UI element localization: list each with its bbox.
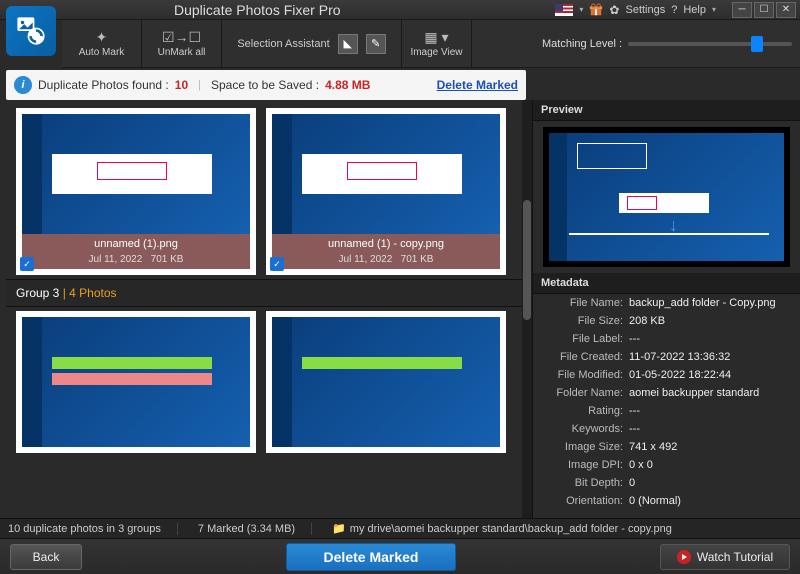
watch-tutorial-label: Watch Tutorial xyxy=(697,550,773,564)
help-icon: ? xyxy=(671,4,677,16)
language-dropdown-icon[interactable]: ▾ xyxy=(579,5,583,14)
group-name: Group 3 xyxy=(16,286,59,300)
status-marked: 7 Marked (3.34 MB) xyxy=(198,523,312,535)
metadata-row: File Created:11-07-2022 13:36:32 xyxy=(533,348,800,366)
main-area: unnamed (1).png Jul 11, 2022 701 KB ✓ un… xyxy=(0,100,800,518)
title-bar: Duplicate Photos Fixer Pro ▾ ✿ Settings … xyxy=(0,0,800,20)
thumbnail-filename: unnamed (1).png xyxy=(22,234,250,254)
slider-knob[interactable] xyxy=(751,36,763,52)
matching-level-label: Matching Level : xyxy=(542,38,622,50)
metadata-row: File Name:backup_add folder - Copy.png xyxy=(533,294,800,312)
preview-box: ↓ xyxy=(543,127,790,267)
gallery-panel: unnamed (1).png Jul 11, 2022 701 KB ✓ un… xyxy=(0,100,532,518)
settings-link[interactable]: Settings xyxy=(625,4,665,16)
minimize-button[interactable]: ─ xyxy=(732,2,752,18)
thumbnail-image xyxy=(272,317,500,447)
found-label: Duplicate Photos found : xyxy=(38,78,169,92)
status-bar: 10 duplicate photos in 3 groups 7 Marked… xyxy=(0,518,800,538)
language-flag-icon[interactable] xyxy=(555,4,573,16)
unmark-all-label: UnMark all xyxy=(158,47,206,58)
metadata-row: Orientation:0 (Normal) xyxy=(533,492,800,510)
matching-level-slider[interactable] xyxy=(628,42,792,46)
thumbnail-item[interactable]: unnamed (1) - copy.png Jul 11, 2022 701 … xyxy=(266,108,506,275)
delete-marked-button[interactable]: Delete Marked xyxy=(286,543,456,571)
unmark-all-button[interactable]: ☑→☐ UnMark all xyxy=(142,20,222,68)
auto-mark-label: Auto Mark xyxy=(79,47,125,58)
thumbnail-item[interactable]: unnamed (1).png Jul 11, 2022 701 KB ✓ xyxy=(16,108,256,275)
group-count: 4 Photos xyxy=(69,286,116,300)
info-icon: i xyxy=(14,76,32,94)
group-header[interactable]: Group 3 | 4 Photos xyxy=(6,279,526,307)
metadata-row: Keywords:--- xyxy=(533,420,800,438)
metadata-row: File Size:208 KB xyxy=(533,312,800,330)
found-count: 10 xyxy=(175,78,188,92)
thumbnail-checkbox[interactable]: ✓ xyxy=(270,257,284,271)
thumbnail-meta: Jul 11, 2022 701 KB xyxy=(272,254,500,269)
group-3-row xyxy=(6,307,526,457)
thumbnail-filename: unnamed (1) - copy.png xyxy=(272,234,500,254)
metadata-row: Rating:--- xyxy=(533,402,800,420)
separator: | xyxy=(198,79,201,91)
selection-tool-2-button[interactable]: ✎ xyxy=(366,34,386,54)
bottom-bar: Back Delete Marked Watch Tutorial xyxy=(0,538,800,574)
grid-icon: ▦ ▾ xyxy=(424,29,448,45)
wand-icon: ✦ xyxy=(96,29,108,45)
status-path: 📁my drive\aomei backupper standard\backu… xyxy=(332,522,672,535)
delete-marked-link[interactable]: Delete Marked xyxy=(437,78,518,92)
image-view-label: Image View xyxy=(410,47,462,58)
thumbnail-checkbox[interactable]: ✓ xyxy=(20,257,34,271)
gear-icon: ✿ xyxy=(609,3,619,17)
image-view-button[interactable]: ▦ ▾ Image View xyxy=(402,20,472,68)
gallery-scrollbar[interactable] xyxy=(522,100,532,518)
selection-assistant-group: Selection Assistant ◣ ✎ xyxy=(222,20,402,68)
watch-tutorial-button[interactable]: Watch Tutorial xyxy=(660,544,790,570)
uncheck-icon: ☑→☐ xyxy=(162,29,201,45)
status-summary: 10 duplicate photos in 3 groups xyxy=(8,523,178,535)
folder-icon: 📁 xyxy=(332,523,346,535)
close-button[interactable]: ✕ xyxy=(776,2,796,18)
preview-header: Preview xyxy=(533,100,800,121)
thumbnail-item[interactable] xyxy=(266,311,506,453)
thumbnail-meta: Jul 11, 2022 701 KB xyxy=(22,254,250,269)
thumbnail-image xyxy=(22,114,250,234)
metadata-row: Folder Name:aomei backupper standard xyxy=(533,384,800,402)
metadata-row: Image DPI:0 x 0 xyxy=(533,456,800,474)
help-link[interactable]: Help xyxy=(683,4,706,16)
space-value: 4.88 MB xyxy=(325,78,370,92)
metadata-row: Bit Depth:0 xyxy=(533,474,800,492)
thumbnail-image xyxy=(272,114,500,234)
app-logo xyxy=(6,6,56,56)
maximize-button[interactable]: ☐ xyxy=(754,2,774,18)
space-label: Space to be Saved : xyxy=(211,78,319,92)
scrollbar-handle[interactable] xyxy=(523,200,531,320)
metadata-header: Metadata xyxy=(533,273,800,294)
group-2-row: unnamed (1).png Jul 11, 2022 701 KB ✓ un… xyxy=(6,104,526,279)
thumbnail-image xyxy=(22,317,250,447)
play-icon xyxy=(677,550,691,564)
back-button[interactable]: Back xyxy=(10,544,82,570)
help-dropdown-icon[interactable]: ▾ xyxy=(712,5,716,14)
metadata-row: Image Size:741 x 492 xyxy=(533,438,800,456)
auto-mark-button[interactable]: ✦ Auto Mark xyxy=(62,20,142,68)
metadata-row: File Label:--- xyxy=(533,330,800,348)
selection-assistant-label: Selection Assistant xyxy=(237,38,329,50)
preview-image[interactable]: ↓ xyxy=(549,133,784,261)
gift-icon[interactable] xyxy=(589,3,603,17)
matching-level-control: Matching Level : xyxy=(542,24,792,64)
thumbnail-item[interactable] xyxy=(16,311,256,453)
info-bar: i Duplicate Photos found : 10 | Space to… xyxy=(6,70,526,100)
app-title: Duplicate Photos Fixer Pro xyxy=(174,2,555,18)
metadata-list: File Name:backup_add folder - Copy.png F… xyxy=(533,294,800,518)
right-panel: Preview ↓ Metadata File Name:backup_add … xyxy=(532,100,800,518)
selection-tool-1-button[interactable]: ◣ xyxy=(338,34,358,54)
metadata-row: File Modified:01-05-2022 18:22:44 xyxy=(533,366,800,384)
